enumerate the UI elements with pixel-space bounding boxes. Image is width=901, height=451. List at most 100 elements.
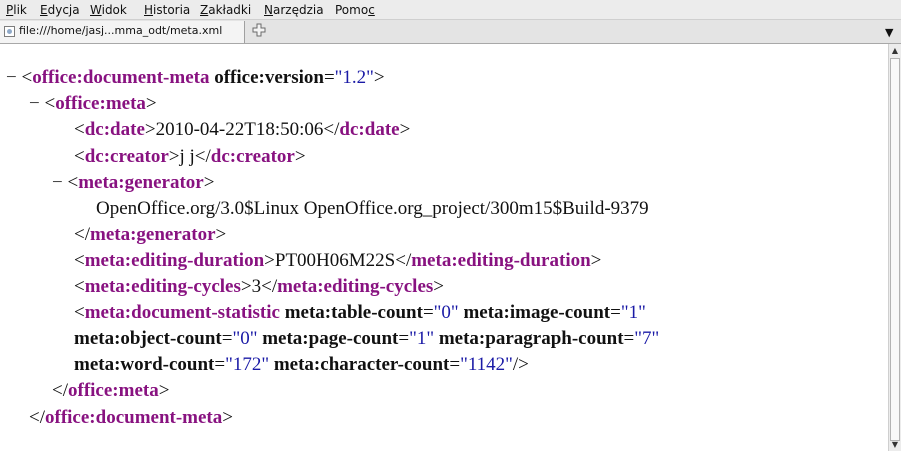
chevron-down-icon[interactable]: ▼ xyxy=(885,26,893,39)
xml-text: OpenOffice.org/3.0$Linux OpenOffice.org_… xyxy=(96,198,649,219)
xml-punct: > xyxy=(158,380,170,401)
xml-tag-name: office:document-meta xyxy=(32,67,210,88)
xml-punct: = xyxy=(422,302,434,323)
xml-punct: < xyxy=(21,67,33,88)
xml-attr-name: meta:word-count xyxy=(74,354,215,375)
xml-tag-name: meta:editing-cycles xyxy=(84,276,241,297)
xml-tag-name: office:document-meta xyxy=(45,407,223,428)
menu-pomoc[interactable]: Pomoc xyxy=(335,3,375,17)
xml-tag-name: meta:editing-cycles xyxy=(277,276,434,297)
xml-line-document-statistic-3: meta:word-count="172" meta:character-cou… xyxy=(74,354,529,376)
xml-punct: > xyxy=(373,67,385,88)
xml-attr-value: "0" xyxy=(232,328,258,349)
xml-text: 3 xyxy=(251,276,262,297)
xml-attr-name: meta:page-count xyxy=(262,328,399,349)
xml-punct: < xyxy=(74,250,85,271)
menu-bar: Plik Edycja Widok Historia Zakładki Narz… xyxy=(0,0,901,20)
xml-attr-name: meta:table-count xyxy=(284,302,423,323)
xml-attr-value: "172" xyxy=(225,354,270,375)
xml-punct: < xyxy=(74,146,85,167)
menu-historia[interactable]: Historia xyxy=(144,3,190,17)
xml-text: PT00H06M22S xyxy=(274,250,396,271)
xml-punct: </ xyxy=(74,224,90,245)
xml-punct: < xyxy=(74,276,85,297)
tab-meta-xml[interactable]: file:///home/jasj...mma_odt/meta.xml xyxy=(0,21,245,43)
xml-punct: = xyxy=(221,328,233,349)
xml-punct: = xyxy=(214,354,226,375)
xml-tag-name: meta:editing-duration xyxy=(84,250,265,271)
xml-tag-name: meta:generator xyxy=(78,172,204,193)
scrollbar-thumb[interactable] xyxy=(890,58,900,441)
xml-punct: > xyxy=(590,250,602,271)
page-icon xyxy=(4,26,15,37)
xml-punct: > xyxy=(294,146,306,167)
xml-punct: > xyxy=(433,276,444,297)
xml-tag-name: dc:date xyxy=(339,119,400,140)
xml-punct: /> xyxy=(512,354,529,375)
xml-tag-name: dc:creator xyxy=(84,146,169,167)
xml-line-dc-date: <dc:date>2010-04-22T18:50:06</dc:date> xyxy=(74,119,410,141)
menu-widok[interactable]: Widok xyxy=(90,3,127,17)
xml-line-document-statistic-2: meta:object-count="0" meta:page-count="1… xyxy=(74,328,659,350)
xml-punct: > xyxy=(144,119,156,140)
plus-icon[interactable] xyxy=(252,23,266,41)
xml-punct: = xyxy=(449,354,461,375)
menu-edycja[interactable]: Edycja xyxy=(40,3,80,17)
xml-punct: </ xyxy=(261,276,278,297)
xml-line-document-meta-close: </office:document-meta> xyxy=(29,407,233,429)
xml-punct: </ xyxy=(52,380,68,401)
xml-tag-name: dc:creator xyxy=(210,146,295,167)
xml-tag-name: meta:editing-duration xyxy=(411,250,591,271)
xml-tag-name: meta:document-statistic xyxy=(84,302,280,323)
tab-title: file:///home/jasj...mma_odt/meta.xml xyxy=(19,24,223,37)
xml-tag-name: office:meta xyxy=(55,93,146,114)
collapse-toggle[interactable]: − xyxy=(6,67,17,88)
xml-text: 2010-04-22T18:50:06 xyxy=(155,119,324,140)
xml-punct: > xyxy=(222,407,233,428)
xml-punct: > xyxy=(264,250,275,271)
xml-punct: = xyxy=(398,328,410,349)
xml-line-generator-open: − <meta:generator> xyxy=(52,172,214,194)
xml-punct: </ xyxy=(323,119,340,140)
xml-punct: > xyxy=(203,172,215,193)
xml-attr-value: "1.2" xyxy=(334,67,374,88)
arrow-up-icon[interactable]: ▲ xyxy=(889,44,901,57)
collapse-toggle[interactable]: − xyxy=(29,93,40,114)
xml-punct: < xyxy=(44,93,56,114)
menu-zakladki[interactable]: Zakładki xyxy=(200,3,251,17)
xml-punct: </ xyxy=(29,407,45,428)
collapse-toggle[interactable]: − xyxy=(52,172,63,193)
xml-line-editing-duration: <meta:editing-duration>PT00H06M22S</meta… xyxy=(74,250,601,272)
xml-punct: = xyxy=(623,328,635,349)
menu-plik[interactable]: Plik xyxy=(6,3,27,17)
xml-text: j j xyxy=(179,146,195,167)
xml-line-office-meta-close: </office:meta> xyxy=(52,380,169,402)
xml-punct: > xyxy=(399,119,411,140)
xml-tree-view: − <office:document-meta office:version="… xyxy=(0,44,888,451)
xml-tag-name: dc:date xyxy=(84,119,145,140)
xml-line-office-meta-open: − <office:meta> xyxy=(29,93,157,115)
xml-attr-value: "0" xyxy=(433,302,459,323)
xml-line-document-meta-open: − <office:document-meta office:version="… xyxy=(6,67,385,89)
xml-punct: > xyxy=(145,93,157,114)
xml-attr-value: "1" xyxy=(409,328,435,349)
xml-punct: < xyxy=(74,119,85,140)
xml-attr-name: meta:object-count xyxy=(74,328,222,349)
xml-attr-value: "7" xyxy=(634,328,660,349)
xml-attr-name: office:version xyxy=(214,67,324,88)
xml-line-generator-close: </meta:generator> xyxy=(74,224,226,246)
xml-attr-name: meta:paragraph-count xyxy=(438,328,624,349)
xml-punct: > xyxy=(215,224,227,245)
vertical-scrollbar[interactable]: ▲ ▼ xyxy=(888,44,901,451)
xml-punct: < xyxy=(74,302,85,323)
xml-line-dc-creator: <dc:creator>j j</dc:creator> xyxy=(74,146,306,168)
xml-tag-name: office:meta xyxy=(68,380,159,401)
xml-punct: = xyxy=(323,67,335,88)
xml-attr-name: meta:image-count xyxy=(463,302,611,323)
xml-line-document-statistic-1: <meta:document-statistic meta:table-coun… xyxy=(74,302,646,324)
menu-narzedzia[interactable]: Narzędzia xyxy=(264,3,324,17)
xml-punct: > xyxy=(168,146,180,167)
xml-attr-value: "1142" xyxy=(460,354,513,375)
xml-line-generator-text: OpenOffice.org/3.0$Linux OpenOffice.org_… xyxy=(96,198,649,220)
arrow-down-icon[interactable]: ▼ xyxy=(889,438,901,451)
